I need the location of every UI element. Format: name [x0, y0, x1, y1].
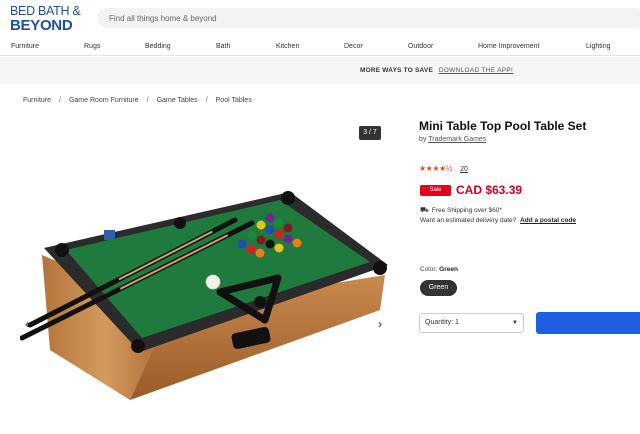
nav-item-furniture[interactable]: Furniture [11, 43, 39, 50]
review-count[interactable]: 20 [460, 166, 468, 173]
nav-item-decor[interactable]: Decor [344, 43, 363, 50]
shipping-info: ⛟ Free Shipping over $60* [420, 206, 502, 215]
nav-item-bedding[interactable]: Bedding [145, 43, 171, 50]
breadcrumb-separator: / [146, 97, 149, 104]
breadcrumb-item[interactable]: Pool Tables [216, 97, 252, 104]
pocket [131, 339, 145, 353]
shipping-text: Free Shipping over $60* [431, 207, 502, 214]
color-label: Color: Green [420, 266, 458, 273]
delivery-question: Want an estimated delivery date? [420, 217, 517, 224]
nav-item-outdoor[interactable]: Outdoor [408, 43, 433, 50]
add-postal-code-link[interactable]: Add a postal code [520, 217, 576, 224]
promo-text: MORE WAYS TO SAVE DOWNLOAD THE APP! [360, 67, 513, 74]
star-rating-icon: ★★★★½ [419, 164, 452, 173]
search-bar[interactable] [97, 8, 640, 29]
promo-label: MORE WAYS TO SAVE [360, 67, 433, 74]
cue-ball [205, 274, 221, 290]
chalk-cube [104, 230, 115, 240]
chevron-left-icon[interactable]: ‹ [25, 317, 29, 331]
header: BED BATH & BEYOND [0, 0, 640, 38]
logo[interactable]: BED BATH & BEYOND [10, 5, 92, 35]
breadcrumb-item[interactable]: Game Tables [157, 97, 198, 104]
chevron-down-icon: ▼ [512, 320, 518, 326]
color-label-text: Color: [420, 266, 438, 273]
quantity-value: Quantity: 1 [425, 319, 459, 326]
pocket [373, 261, 387, 275]
sale-badge: Sale [420, 185, 451, 196]
breadcrumb-separator: / [205, 97, 208, 104]
promo-banner: MORE WAYS TO SAVE DOWNLOAD THE APP! [0, 57, 640, 84]
logo-line-2: BEYOND [10, 17, 73, 34]
brand-link[interactable]: Trademark Games [428, 136, 486, 143]
price: CAD $63.39 [456, 183, 523, 197]
nav-item-bath[interactable]: Bath [216, 43, 230, 50]
quantity-select[interactable]: Quantity: 1 ▼ [419, 313, 524, 333]
download-app-link[interactable]: DOWNLOAD THE APP! [439, 67, 513, 74]
nav-item-kitchen[interactable]: Kitchen [276, 43, 299, 50]
brand-line: by Trademark Games [419, 136, 486, 143]
product-title: Mini Table Top Pool Table Set [419, 119, 587, 133]
pocket [55, 243, 69, 257]
product-image [20, 191, 388, 400]
add-to-cart-button[interactable] [536, 312, 640, 334]
breadcrumb: Furniture / Game Room Furniture / Game Table… [23, 97, 252, 104]
image-counter: 3 / 7 [359, 126, 381, 140]
nav-item-rugs[interactable]: Rugs [84, 43, 100, 50]
pocket [254, 296, 266, 308]
chevron-right-icon[interactable]: › [378, 317, 382, 331]
brand-prefix: by [419, 136, 427, 143]
breadcrumb-item[interactable]: Furniture [23, 97, 51, 104]
pocket [174, 217, 186, 229]
breadcrumb-separator: / [59, 97, 61, 104]
color-swatch-green[interactable]: Green [420, 280, 457, 296]
truck-icon: ⛟ [420, 207, 429, 214]
delivery-estimate: Want an estimated delivery date? Add a p… [420, 217, 576, 224]
nav-item-lighting[interactable]: Lighting [586, 43, 611, 50]
search-input[interactable] [97, 8, 640, 29]
color-value: Green [439, 266, 458, 273]
pocket [281, 191, 295, 205]
rating[interactable]: ★★★★½ 20 [419, 164, 468, 173]
category-nav: Furniture Rugs Bedding Bath Kitchen Deco… [0, 38, 640, 56]
nav-item-home-improvement[interactable]: Home Improvement [478, 43, 539, 50]
breadcrumb-item[interactable]: Game Room Furniture [69, 97, 139, 104]
